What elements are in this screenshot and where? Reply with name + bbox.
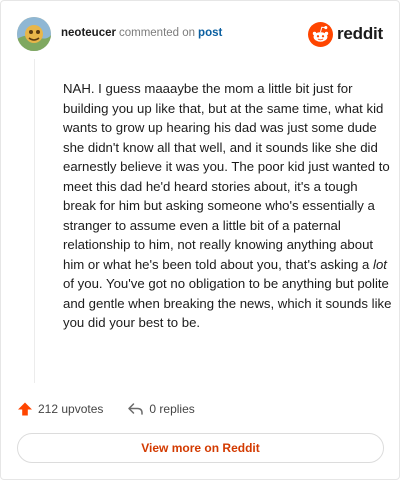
replies-count: 0 replies bbox=[149, 402, 195, 416]
reply-arrow-icon bbox=[128, 403, 144, 415]
reddit-logo-icon bbox=[307, 21, 333, 47]
comment-emphasis: lot bbox=[373, 256, 387, 272]
view-more-button[interactable]: View more on Reddit bbox=[17, 433, 384, 463]
comment-text-main: NAH. I guess maaaybe the mom a little bi… bbox=[63, 81, 390, 272]
replies-button[interactable]: 0 replies bbox=[127, 402, 195, 416]
comment-body: NAH. I guess maaaybe the mom a little bi… bbox=[63, 79, 393, 333]
thread-line bbox=[34, 59, 35, 383]
upvote-button[interactable]: 212 upvotes bbox=[17, 401, 103, 417]
comment-actions: 212 upvotes 0 replies bbox=[17, 399, 195, 419]
username-link[interactable]: neoteucer bbox=[61, 27, 116, 39]
comment-byline: neoteucer commented on post bbox=[61, 27, 222, 39]
brand-wordmark: reddit bbox=[336, 24, 383, 43]
post-link[interactable]: post bbox=[198, 27, 222, 39]
upvote-count: 212 upvotes bbox=[38, 402, 104, 416]
comment-header: neoteucer commented on post reddit bbox=[17, 17, 383, 51]
comment-text-end: of you. You've got no obligation to be a… bbox=[63, 276, 392, 330]
commented-on-text: commented on bbox=[118, 27, 196, 39]
comment-embed-card: neoteucer commented on post reddit NAH. I … bbox=[0, 0, 400, 480]
avatar-icon bbox=[17, 17, 51, 51]
reddit-brand[interactable]: reddit bbox=[307, 21, 383, 47]
avatar[interactable] bbox=[17, 17, 51, 51]
upvote-arrow-icon bbox=[18, 402, 32, 416]
